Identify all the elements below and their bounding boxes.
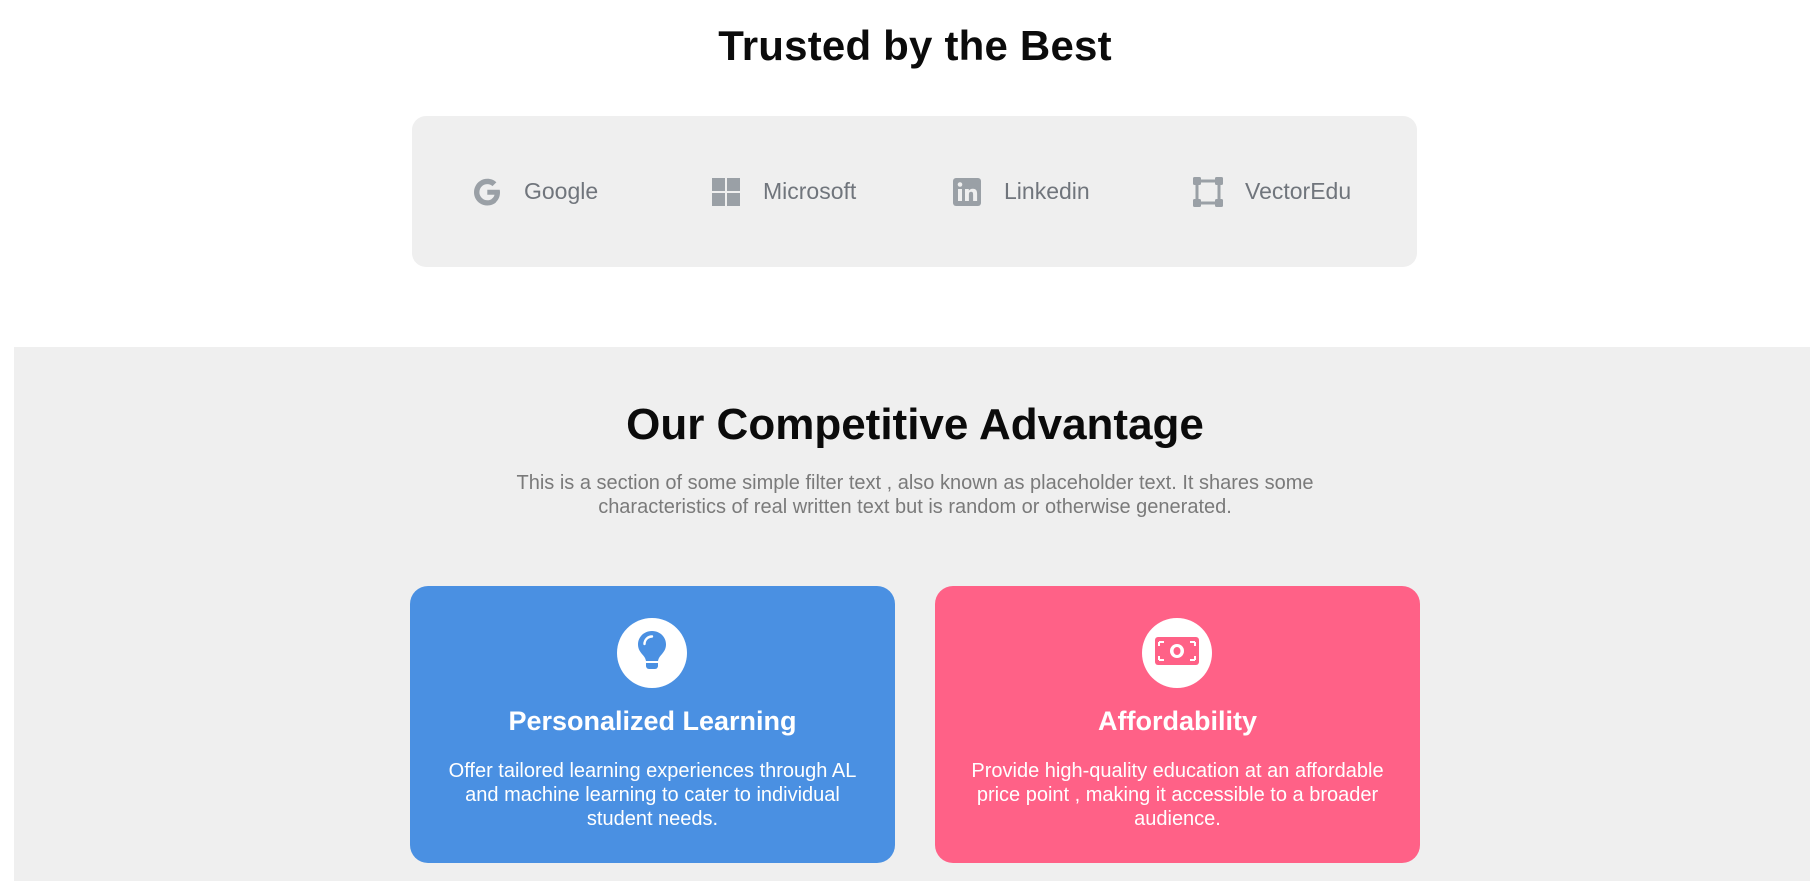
logo-microsoft-label: Microsoft — [763, 178, 857, 204]
card-personalized-learning: Personalized Learning Offer tailored lea… — [410, 586, 895, 863]
logo-linkedin: Linkedin — [950, 116, 1090, 267]
logo-microsoft: Microsoft — [709, 116, 856, 267]
advantage-section: Our Competitive Advantage This is a sect… — [14, 347, 1810, 881]
card-icon-circle — [1142, 618, 1212, 688]
logo-strip: Google Microsoft Linkedin VectorEdu — [412, 116, 1417, 267]
card-icon-circle — [617, 618, 687, 688]
card-title: Personalized Learning — [508, 706, 797, 736]
linkedin-icon — [950, 175, 984, 209]
logo-vectoredu: VectorEdu — [1191, 116, 1351, 267]
microsoft-icon — [709, 175, 743, 209]
logo-google-label: Google — [524, 178, 599, 204]
vector-square-icon — [1191, 175, 1225, 209]
logo-linkedin-label: Linkedin — [1004, 178, 1090, 204]
card-affordability: Affordability Provide high-quality educa… — [935, 586, 1420, 863]
advantage-title: Our Competitive Advantage — [626, 400, 1204, 449]
card-title: Affordability — [1098, 706, 1257, 736]
page: Trusted by the Best Google Microsoft Lin… — [0, 0, 1810, 881]
logo-google: Google — [470, 116, 598, 267]
logo-vectoredu-label: VectorEdu — [1245, 178, 1352, 204]
card-text: Provide high-quality education at an aff… — [971, 760, 1384, 830]
lightbulb-icon — [635, 629, 669, 678]
money-bill-icon — [1154, 635, 1200, 672]
google-icon — [470, 175, 504, 209]
trusted-title: Trusted by the Best — [718, 22, 1112, 69]
advantage-subtitle: This is a section of some simple filter … — [516, 472, 1314, 518]
card-text: Offer tailored learning experiences thro… — [448, 760, 857, 830]
